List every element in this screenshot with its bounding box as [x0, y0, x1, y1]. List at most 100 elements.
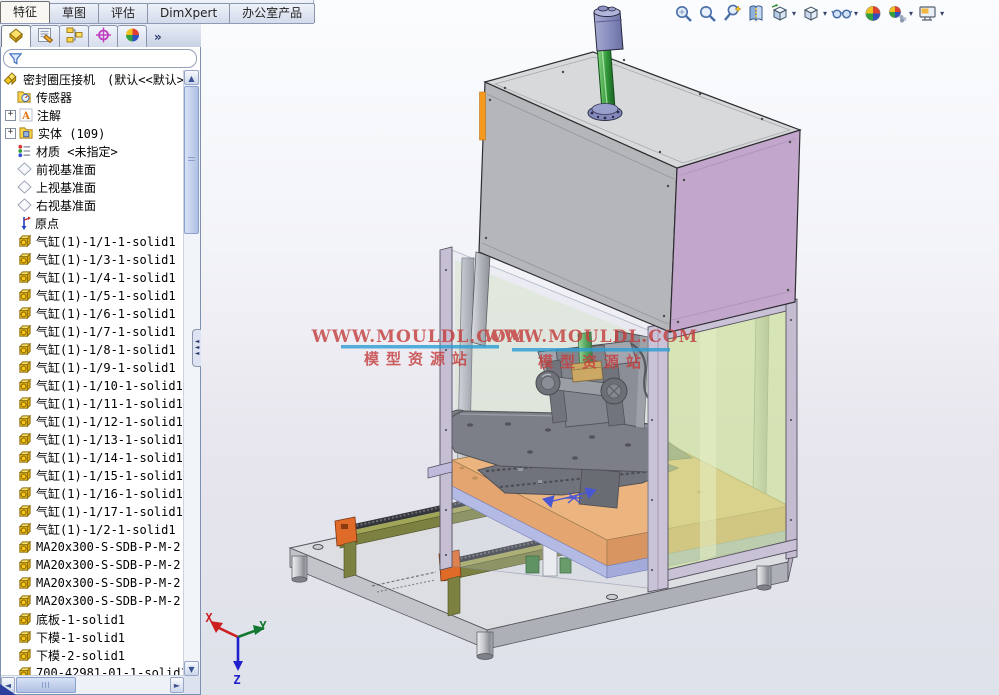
tree-item[interactable]: 气缸(1)-1/2-1-solid1: [1, 520, 184, 538]
panel-splitter-handle[interactable]: ◄◄◄: [192, 329, 201, 367]
tree-item-label: 上视基准面: [36, 179, 96, 196]
hide-show-items-button[interactable]: [830, 3, 853, 24]
tree-item[interactable]: 气缸(1)-1/9-1-solid1: [1, 358, 184, 376]
expander-icon[interactable]: +: [5, 110, 16, 121]
dimxpert-manager-icon: [95, 27, 112, 46]
expander-icon[interactable]: +: [5, 128, 16, 139]
tree-item[interactable]: 气缸(1)-1/10-1-solid1: [1, 376, 184, 394]
tree-item[interactable]: 原点: [1, 214, 184, 232]
tree-item[interactable]: 前视基准面: [1, 160, 184, 178]
dropdown-caret[interactable]: ▾: [792, 9, 796, 18]
svg-text:A: A: [21, 111, 30, 122]
tree-vertical-scrollbar[interactable]: ▲ ▼: [183, 70, 200, 676]
tree-item[interactable]: 气缸(1)-1/1-1-solid1: [1, 232, 184, 250]
tree-item[interactable]: 气缸(1)-1/11-1-solid1: [1, 394, 184, 412]
tree-item[interactable]: 气缸(1)-1/17-1-solid1: [1, 502, 184, 520]
configuration-manager-tab[interactable]: [59, 25, 89, 47]
tree-item[interactable]: 气缸(1)-1/12-1-solid1: [1, 412, 184, 430]
filter-input[interactable]: [30, 51, 196, 66]
assembly-icon: [3, 72, 19, 87]
horizontal-scroll-thumb[interactable]: [16, 677, 76, 693]
tree-horizontal-scrollbar[interactable]: ◄ ►: [1, 675, 184, 694]
vertical-scroll-thumb[interactable]: [184, 86, 199, 234]
tree-item[interactable]: 气缸(1)-1/13-1-solid1: [1, 430, 184, 448]
solid-icon: [17, 270, 32, 285]
apply-scene-button[interactable]: [861, 3, 884, 24]
command-tab[interactable]: 草图: [49, 3, 99, 23]
solid-icon: [17, 234, 32, 249]
tree-item-label: 下模-2-solid1: [36, 647, 125, 664]
dropdown-caret[interactable]: ▾: [823, 9, 827, 18]
tree-item[interactable]: 密封圈压接机 (默认<<默认>_: [1, 70, 184, 88]
panel-tabs-overflow-button[interactable]: »: [154, 30, 162, 44]
tree-item[interactable]: MA20x300-S-SDB-P-M-2 (0): [1, 538, 184, 556]
tree-item-label: 气缸(1)-1/14-1-solid1: [36, 449, 183, 466]
tree-item[interactable]: 气缸(1)-1/14-1-solid1: [1, 448, 184, 466]
tree-item[interactable]: 上视基准面: [1, 178, 184, 196]
tree-item[interactable]: 气缸(1)-1/3-1-solid1: [1, 250, 184, 268]
command-tab[interactable]: 特征: [0, 1, 50, 23]
tree-item[interactable]: 底板-1-solid1: [1, 610, 184, 628]
tree-filter[interactable]: [3, 49, 197, 68]
solid-icon: [17, 504, 32, 519]
tree-item[interactable]: 传感器: [1, 88, 184, 106]
display-style-button[interactable]: [799, 3, 822, 24]
solids-folder-icon: [19, 126, 34, 140]
tree-item[interactable]: 气缸(1)-1/7-1-solid1: [1, 322, 184, 340]
tree-item-label: 气缸(1)-1/7-1-solid1: [36, 323, 176, 340]
tree-item[interactable]: MA20x300-S-SDB-P-M-2 (0): [1, 556, 184, 574]
edit-appearance-button[interactable]: [916, 3, 939, 24]
tree-item-label: 气缸(1)-1/11-1-solid1: [36, 395, 183, 412]
tree-item[interactable]: 气缸(1)-1/5-1-solid1: [1, 286, 184, 304]
scroll-up-button[interactable]: ▲: [184, 70, 199, 85]
solid-icon: [17, 630, 32, 645]
tree-item[interactable]: 材质 <未指定>: [1, 142, 184, 160]
display-manager-tab[interactable]: [117, 25, 147, 47]
tree-item[interactable]: 下模-1-solid1: [1, 628, 184, 646]
tree-item[interactable]: 右视基准面: [1, 196, 184, 214]
solid-icon: [17, 342, 32, 357]
zoom-to-area-button[interactable]: [696, 3, 719, 24]
command-tab[interactable]: 办公室产品: [229, 3, 315, 23]
tree-item-config: (默认<<默认>_: [107, 71, 184, 88]
annotation-icon: A: [19, 108, 33, 122]
tree-item-label: 气缸(1)-1/5-1-solid1: [36, 287, 176, 304]
command-tab[interactable]: DimXpert: [147, 3, 230, 23]
tree-item[interactable]: MA20x300-S-SDB-P-M-2 (0): [1, 574, 184, 592]
view-orientation-button[interactable]: [768, 3, 791, 24]
dropdown-caret[interactable]: ▾: [940, 9, 944, 18]
solid-icon: [17, 540, 32, 555]
tree-item[interactable]: 下模-2-solid1: [1, 646, 184, 664]
solid-icon: [17, 414, 32, 429]
zoom-to-fit-button[interactable]: [672, 3, 695, 24]
dimxpert-manager-tab[interactable]: [88, 25, 118, 47]
tree-item-label: 前视基准面: [36, 161, 96, 178]
dropdown-caret[interactable]: ▾: [909, 9, 913, 18]
tree-item[interactable]: 气缸(1)-1/4-1-solid1: [1, 268, 184, 286]
tree-item[interactable]: +A注解: [1, 106, 184, 124]
section-view-button[interactable]: [744, 3, 767, 24]
tree-item[interactable]: MA20x300-S-SDB-P-M-2 (0): [1, 592, 184, 610]
tree-item[interactable]: +实体 (109): [1, 124, 184, 142]
scroll-right-button[interactable]: ►: [170, 677, 184, 693]
tree-item[interactable]: 气缸(1)-1/6-1-solid1: [1, 304, 184, 322]
solid-icon: [17, 360, 32, 375]
scrollbar-corner: [184, 676, 200, 694]
scroll-down-button[interactable]: ▼: [184, 661, 199, 676]
dropdown-caret[interactable]: ▾: [854, 9, 858, 18]
tree-item-label: MA20x300-S-SDB-P-M-2 (0): [36, 576, 184, 590]
tree-item[interactable]: 气缸(1)-1/8-1-solid1: [1, 340, 184, 358]
tree-item-label: 气缸(1)-1/8-1-solid1: [36, 341, 176, 358]
tree-item-label: 密封圈压接机: [23, 71, 95, 88]
command-tab[interactable]: 评估: [98, 3, 148, 23]
tree-item[interactable]: 气缸(1)-1/16-1-solid1: [1, 484, 184, 502]
configuration-manager-icon: [66, 27, 83, 46]
property-manager-tab[interactable]: [30, 25, 60, 47]
tree-item-label: 气缸(1)-1/2-1-solid1: [36, 521, 176, 538]
feature-manager-tab[interactable]: [1, 25, 31, 47]
tree-item[interactable]: 气缸(1)-1/15-1-solid1: [1, 466, 184, 484]
solid-icon: [17, 522, 32, 537]
tree-item-label: 气缸(1)-1/6-1-solid1: [36, 305, 176, 322]
zoom-in-out-button[interactable]: [720, 3, 743, 24]
view-settings-button[interactable]: [885, 3, 908, 24]
